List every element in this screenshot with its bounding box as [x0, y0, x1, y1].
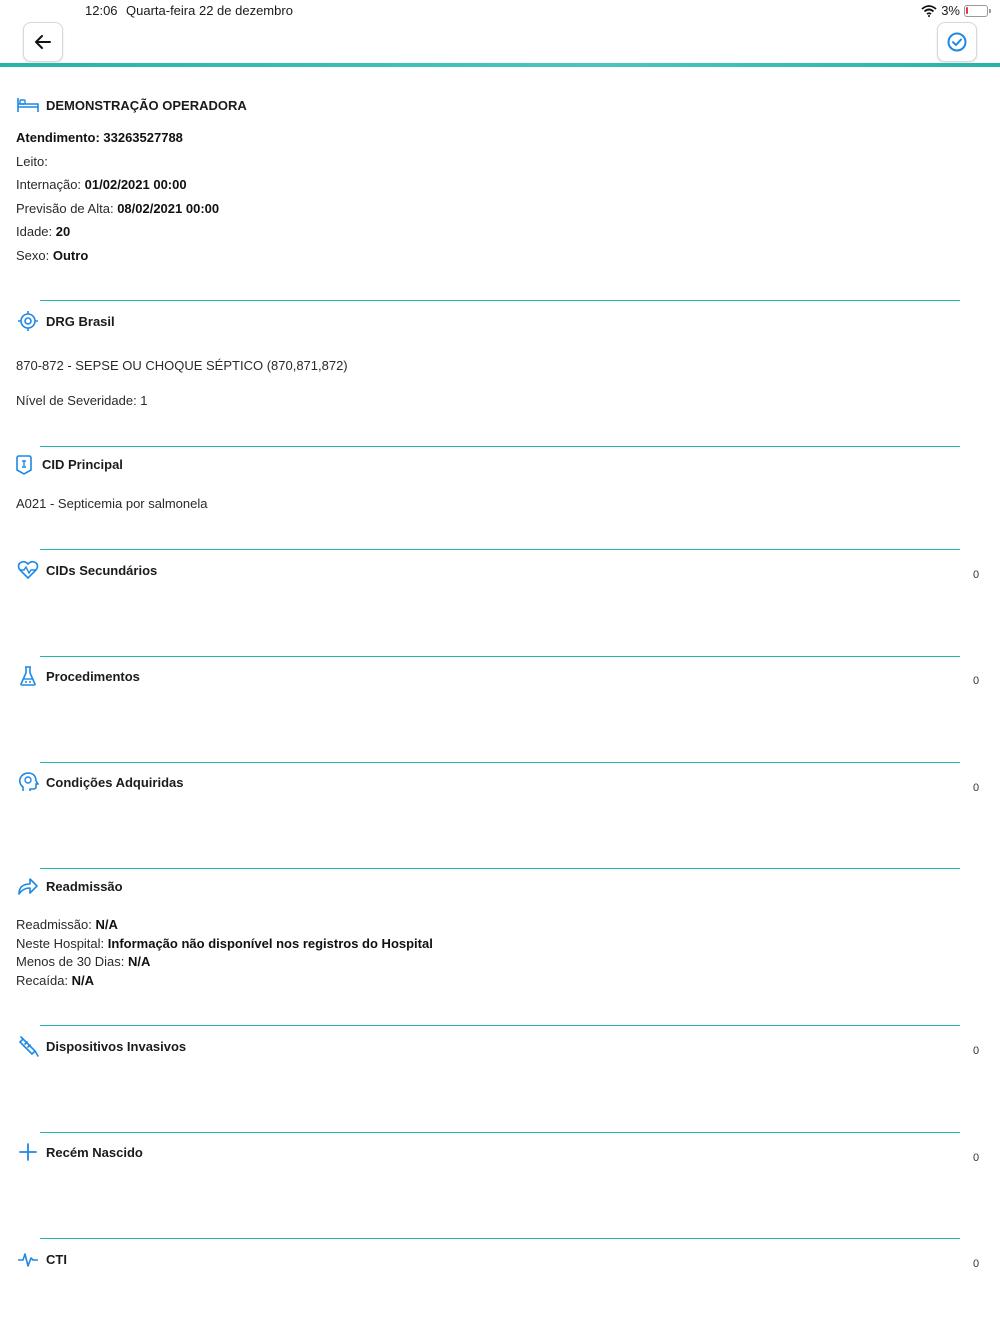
cids-secundarios-title: CIDs Secundários [46, 562, 158, 578]
plus-icon [16, 1140, 40, 1164]
drg-title: DRG Brasil [46, 313, 115, 329]
readmissao-value: N/A [95, 917, 118, 932]
readmissao-section-title: Readmissão [16, 874, 123, 898]
dispositivos-title: Dispositivos Invasivos [46, 1038, 187, 1054]
syringe-icon [16, 1034, 40, 1058]
sexo-line: Sexo: Outro [16, 248, 88, 263]
condicoes-section[interactable]: Condições Adquiridas [16, 770, 183, 794]
status-date: Quarta-feira 22 de dezembro [126, 3, 293, 18]
idade-label: Idade: [16, 224, 53, 239]
recaida-line: Recaída: N/A [16, 973, 94, 988]
section-divider [40, 300, 960, 301]
leito-label: Leito: [16, 154, 48, 169]
sexo-label: Sexo: [16, 248, 50, 263]
leito-line: Leito: [16, 154, 48, 169]
cid-principal-title: CID Principal [42, 456, 123, 472]
check-circle-icon [947, 32, 967, 52]
cti-title: CTI [46, 1251, 67, 1267]
confirm-button[interactable] [937, 22, 977, 62]
recem-nascido-title: Recém Nascido [46, 1144, 143, 1160]
status-bar: 12:06 Quarta-feira 22 de dezembro 3% [0, 0, 1000, 20]
patient-name: DEMONSTRAÇÃO OPERADORA [46, 97, 247, 113]
wifi-icon [921, 4, 937, 17]
condicoes-count: 0 [973, 782, 980, 794]
target-icon [16, 309, 40, 333]
menos-30-dias-line: Menos de 30 Dias: N/A [16, 954, 150, 969]
recaida-value: N/A [71, 973, 95, 988]
dispositivos-section[interactable]: Dispositivos Invasivos [16, 1034, 186, 1058]
section-divider [40, 656, 960, 657]
previsao-value: 08/02/2021 00:00 [117, 201, 220, 216]
recem-nascido-section[interactable]: Recém Nascido [16, 1140, 143, 1164]
menos-30-dias-value: N/A [128, 954, 151, 969]
cids-secundarios-section[interactable]: CIDs Secundários [16, 558, 157, 582]
section-divider [40, 1238, 960, 1239]
sexo-value: Outro [52, 248, 89, 263]
drg-section-title: DRG Brasil [16, 309, 115, 333]
atendimento-line: Atendimento: 33263527788 [16, 130, 183, 145]
section-divider [40, 1132, 960, 1133]
cids-secundarios-count: 0 [973, 569, 980, 581]
atendimento-value: Atendimento: 33263527788 [16, 130, 183, 145]
section-divider [40, 868, 960, 869]
battery-icon [964, 4, 991, 17]
previsao-line: Previsão de Alta: 08/02/2021 00:00 [16, 201, 219, 216]
recem-nascido-count: 0 [973, 1152, 980, 1164]
procedimentos-section[interactable]: Procedimentos [16, 664, 140, 688]
dispositivos-count: 0 [973, 1045, 980, 1057]
section-divider [40, 446, 960, 447]
procedimentos-count: 0 [973, 675, 980, 687]
cid-principal-section-title: CID Principal [12, 452, 123, 476]
back-button[interactable] [23, 22, 63, 62]
neste-hospital-line: Neste Hospital: Informação não disponíve… [16, 936, 433, 951]
back-arrow-icon [35, 35, 51, 49]
patient-section-title: DEMONSTRAÇÃO OPERADORA [16, 93, 247, 117]
clipboard-icon [12, 452, 36, 476]
neste-hospital-value: Informação não disponível nos registros … [107, 936, 433, 951]
section-divider [40, 1025, 960, 1026]
idade-value: 20 [55, 224, 71, 239]
condicoes-title: Condições Adquiridas [46, 774, 184, 790]
readmissao-line: Readmissão: N/A [16, 917, 118, 932]
drg-description: 870-872 - SEPSE OU CHOQUE SÉPTICO (870,8… [16, 358, 348, 373]
bed-icon [16, 93, 40, 117]
share-arrow-icon [16, 874, 40, 898]
battery-percent: 3% [941, 3, 960, 18]
flask-icon [16, 664, 40, 688]
internacao-value: 01/02/2021 00:00 [84, 177, 187, 192]
previsao-label: Previsão de Alta: [16, 201, 114, 216]
idade-line: Idade: 20 [16, 224, 70, 239]
cid-principal-value: A021 - Septicemia por salmonela [16, 496, 208, 511]
cti-section[interactable]: CTI [16, 1247, 67, 1271]
drg-severidade: Nível de Severidade: 1 [16, 393, 148, 408]
header-accent-bar [0, 63, 1000, 67]
menos-30-dias-label: Menos de 30 Dias: [16, 954, 125, 969]
readmissao-label: Readmissão: [16, 917, 92, 932]
internacao-label: Internação: [16, 177, 82, 192]
procedimentos-title: Procedimentos [46, 668, 140, 684]
cti-count: 0 [973, 1258, 980, 1270]
status-indicators: 3% [921, 3, 991, 18]
recaida-label: Recaída: [16, 973, 69, 988]
neste-hospital-label: Neste Hospital: [16, 936, 105, 951]
heart-pulse-icon [16, 558, 40, 582]
status-time: 12:06 [85, 3, 118, 18]
readmissao-title: Readmissão [46, 878, 123, 894]
pulse-icon [16, 1247, 40, 1271]
internacao-line: Internação: 01/02/2021 00:00 [16, 177, 187, 192]
section-divider [40, 549, 960, 550]
head-icon [16, 770, 40, 794]
section-divider [40, 762, 960, 763]
